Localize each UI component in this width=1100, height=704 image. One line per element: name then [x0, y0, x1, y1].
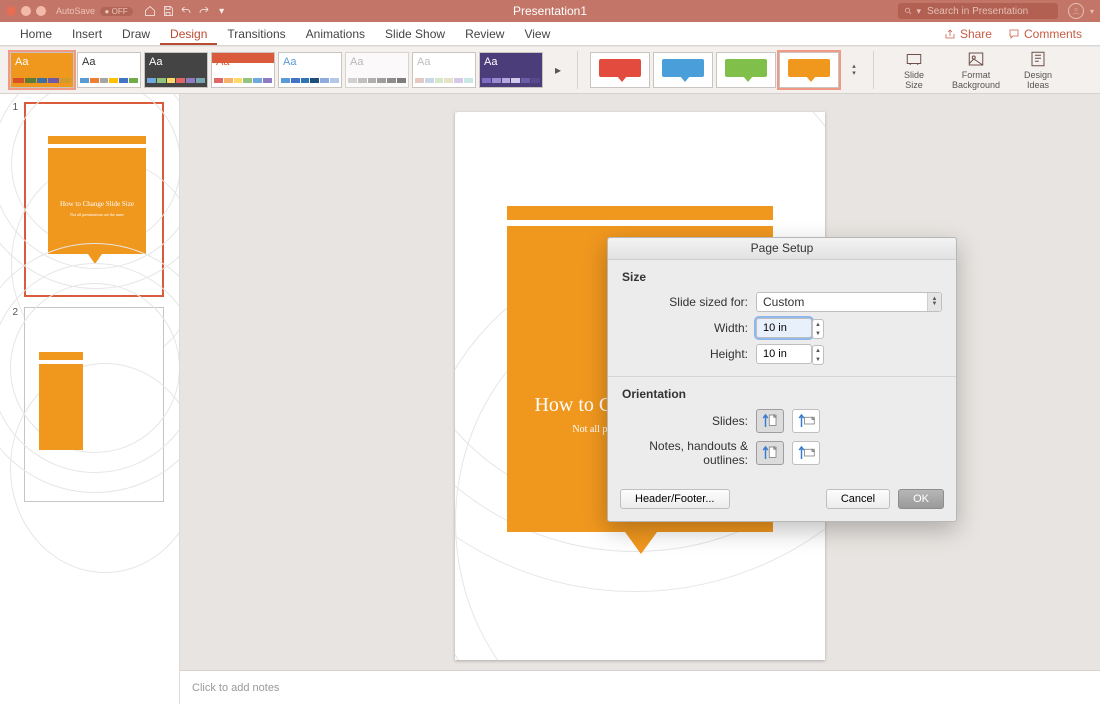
height-field[interactable] [761, 347, 795, 361]
tab-review[interactable]: Review [455, 22, 514, 45]
design-ideas-button[interactable]: Design Ideas [1014, 50, 1062, 90]
theme-swatch[interactable]: Aa [10, 52, 74, 88]
ribbon-tabs: Home Insert Draw Design Transitions Anim… [0, 22, 1100, 46]
zoom-icon[interactable] [36, 6, 46, 16]
variant-swatch[interactable] [779, 52, 839, 88]
variant-gallery-more-icon[interactable]: ▴▾ [847, 63, 861, 77]
theme-swatch[interactable]: Aa [345, 52, 409, 88]
slide-canvas-area: How to Change Slide Size Not all present… [180, 94, 1100, 704]
section-orientation: Orientation [622, 387, 942, 401]
theme-gallery: AaAaAaAaAaAaAaAa [10, 52, 543, 88]
lbl-height: Height: [622, 347, 748, 361]
height-input[interactable]: ▲▼ [756, 344, 812, 364]
slides-portrait-button[interactable] [756, 409, 784, 433]
redo-icon[interactable] [197, 4, 211, 18]
share-button[interactable]: Share [936, 22, 1000, 45]
tab-draw[interactable]: Draw [112, 22, 160, 45]
tab-transitions[interactable]: Transitions [217, 22, 295, 45]
search-input[interactable] [925, 5, 1052, 18]
notes-pane[interactable]: Click to add notes [180, 670, 1100, 704]
search-box[interactable]: ▾ [898, 3, 1058, 19]
combo-chevron-icon[interactable]: ▲▼ [927, 293, 941, 311]
cancel-button[interactable]: Cancel [826, 489, 890, 509]
search-icon [904, 6, 913, 16]
tab-view[interactable]: View [514, 22, 560, 45]
slide-thumb[interactable] [24, 307, 164, 502]
tab-insert[interactable]: Insert [62, 22, 112, 45]
ok-button[interactable]: OK [898, 489, 944, 509]
tab-home[interactable]: Home [10, 22, 62, 45]
variant-swatch[interactable] [590, 52, 650, 88]
lbl-sized-for: Slide sized for: [622, 295, 748, 309]
separator [873, 51, 874, 89]
theme-swatch[interactable]: Aa [144, 52, 208, 88]
slides-landscape-button[interactable] [792, 409, 820, 433]
account-icon[interactable] [1068, 3, 1084, 19]
theme-swatch[interactable]: Aa [278, 52, 342, 88]
minimize-icon[interactable] [21, 6, 31, 16]
undo-icon[interactable] [179, 4, 193, 18]
theme-gallery-more-icon[interactable]: ▸ [551, 63, 565, 77]
variant-gallery [590, 52, 839, 88]
save-icon[interactable] [161, 4, 175, 18]
width-stepper[interactable]: ▲▼ [812, 319, 824, 339]
section-size: Size [622, 270, 942, 284]
variant-swatch[interactable] [716, 52, 776, 88]
account-chevron-icon[interactable]: ▾ [1090, 7, 1094, 16]
tab-animations[interactable]: Animations [296, 22, 375, 45]
qat-customize-icon[interactable]: ▾ [215, 4, 229, 18]
autosave-toggle[interactable]: AutoSave ● OFF [56, 6, 133, 16]
theme-swatch[interactable]: Aa [211, 52, 275, 88]
height-stepper[interactable]: ▲▼ [812, 345, 824, 365]
slide-size-button[interactable]: Slide Size [890, 50, 938, 90]
slide-sized-for-combo[interactable]: Custom ▲▼ [756, 292, 942, 312]
comments-button[interactable]: Comments [1000, 22, 1090, 45]
slide-thumbnail-pane[interactable]: 1How to Change Slide SizeNot all present… [0, 94, 180, 704]
header-footer-button[interactable]: Header/Footer... [620, 489, 730, 509]
separator [577, 51, 578, 89]
window-controls [6, 6, 46, 16]
notes-portrait-button[interactable] [756, 441, 784, 465]
notes-landscape-button[interactable] [792, 441, 820, 465]
page-setup-dialog: Page Setup Size Slide sized for: Custom … [607, 237, 957, 522]
format-background-button[interactable]: Format Background [952, 50, 1000, 90]
dialog-title: Page Setup [608, 238, 956, 260]
variant-swatch[interactable] [653, 52, 713, 88]
ribbon-design: AaAaAaAaAaAaAaAa ▸ ▴▾ Slide Size Format … [0, 46, 1100, 94]
tab-slide-show[interactable]: Slide Show [375, 22, 455, 45]
home-icon[interactable] [143, 4, 157, 18]
lbl-slides-orientation: Slides: [622, 414, 748, 428]
lbl-width: Width: [622, 321, 748, 335]
theme-swatch[interactable]: Aa [479, 52, 543, 88]
width-input[interactable]: ▲▼ [756, 318, 812, 338]
theme-swatch[interactable]: Aa [412, 52, 476, 88]
titlebar: AutoSave ● OFF ▾ Presentation1 ▾ ▾ [0, 0, 1100, 22]
lbl-notes-orientation: Notes, handouts & outlines: [622, 439, 748, 467]
workspace: 1How to Change Slide SizeNot all present… [0, 94, 1100, 704]
width-field[interactable] [761, 321, 795, 335]
tab-design[interactable]: Design [160, 22, 217, 45]
theme-swatch[interactable]: Aa [77, 52, 141, 88]
close-icon[interactable] [6, 6, 16, 16]
